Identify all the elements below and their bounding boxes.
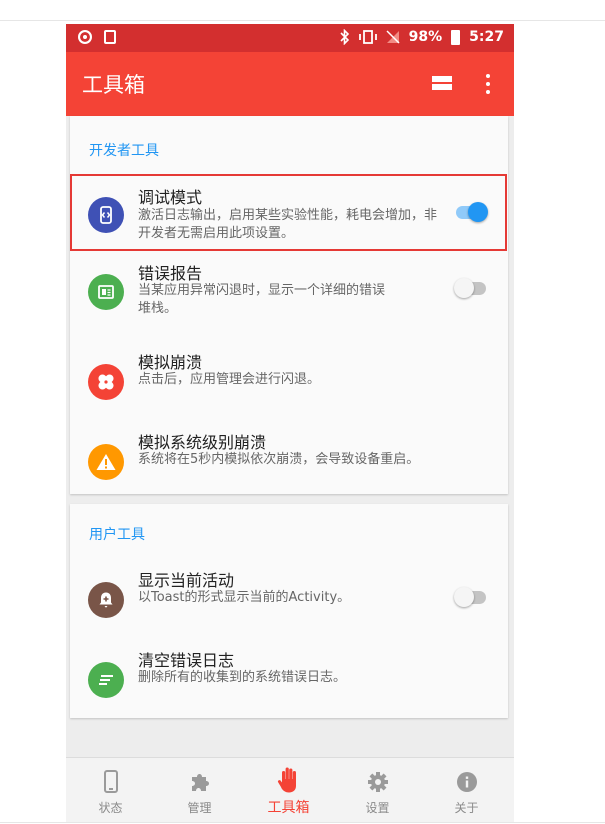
- error-report-item[interactable]: 错误报告 当某应用异常闪退时，显示一个详细的错误堆栈。: [70, 254, 508, 334]
- nav-manage[interactable]: 管理: [155, 758, 244, 822]
- error-report-toggle[interactable]: [454, 278, 488, 298]
- puzzle-icon: [192, 774, 209, 791]
- nav-about[interactable]: 关于: [422, 758, 511, 822]
- report-icon: [88, 274, 124, 310]
- item-description: 系统将在5秒内模拟依次崩溃，会导致设备重启。: [138, 452, 420, 467]
- item-title: 模拟系统级别崩溃: [138, 433, 267, 452]
- bottom-navigation: 状态 管理 工具箱 设置 关于: [66, 757, 514, 822]
- item-title: 模拟崩溃: [138, 353, 203, 372]
- nav-label: 设置: [365, 801, 390, 815]
- top-divider: [0, 20, 605, 21]
- item-title: 清空错误日志: [138, 651, 235, 670]
- status-bar: 98% 5:27: [66, 24, 514, 52]
- phone-screen: 98% 5:27 工具箱 开发者工具 调试模式 激活日志输出，启用某些实验性能，…: [66, 24, 514, 822]
- bottom-divider: [0, 822, 605, 823]
- info-icon: [457, 772, 477, 792]
- nav-label: 关于: [454, 801, 479, 815]
- user-tools-card: 用户工具 显示当前活动 以Toast的形式显示当前的Activity。 清空错误…: [70, 504, 508, 718]
- battery-icon: [451, 29, 461, 45]
- simulate-system-crash-item[interactable]: 模拟系统级别崩溃 系统将在5秒内模拟依次崩溃，会导致设备重启。: [70, 422, 508, 502]
- bluetooth-icon: [340, 29, 349, 45]
- clear-log-item[interactable]: 清空错误日志 删除所有的收集到的系统错误日志。: [70, 640, 508, 720]
- hand-icon: [277, 767, 296, 793]
- nav-settings[interactable]: 设置: [333, 758, 422, 822]
- simulate-crash-item[interactable]: 模拟崩溃 点击后，应用管理会进行闪退。: [70, 342, 508, 422]
- highlight-frame: [70, 174, 507, 251]
- app-bar: 工具箱: [66, 52, 514, 116]
- nav-status[interactable]: 状态: [66, 758, 155, 822]
- bandage-icon: [88, 364, 124, 400]
- phone-icon: [104, 770, 118, 793]
- warning-icon: [88, 444, 124, 480]
- no-signal-icon: [386, 30, 400, 44]
- nav-label: 状态: [98, 801, 123, 815]
- more-options-icon[interactable]: [486, 74, 490, 94]
- item-title: 错误报告: [138, 264, 203, 283]
- view-toggle-icon[interactable]: [432, 76, 452, 91]
- item-description: 以Toast的形式显示当前的Activity。: [138, 590, 351, 605]
- show-activity-toggle[interactable]: [454, 587, 488, 607]
- battery-percent: 98%: [408, 29, 443, 45]
- section-title-user: 用户工具: [89, 527, 145, 543]
- show-activity-item[interactable]: 显示当前活动 以Toast的形式显示当前的Activity。: [70, 560, 508, 640]
- page-title: 工具箱: [82, 73, 145, 97]
- developer-tools-card: 开发者工具 调试模式 激活日志输出，启用某些实验性能，耗电会增加，非开发者无需启…: [70, 116, 508, 494]
- clock: 5:27: [469, 29, 504, 45]
- item-description: 点击后，应用管理会进行闪退。: [138, 372, 321, 387]
- nav-label: 管理: [187, 801, 212, 815]
- vibrate-icon: [358, 30, 377, 44]
- nav-toolbox[interactable]: 工具箱: [244, 758, 333, 822]
- clear-list-icon: [88, 662, 124, 698]
- section-title-developer: 开发者工具: [89, 143, 159, 159]
- nav-label: 工具箱: [267, 800, 310, 816]
- download-icon: [104, 30, 116, 44]
- alert-add-icon: [88, 582, 124, 618]
- record-icon: [78, 30, 92, 44]
- gear-icon: [368, 772, 388, 792]
- item-description: 当某应用异常闪退时，显示一个详细的错误堆栈。: [138, 283, 386, 316]
- item-description: 删除所有的收集到的系统错误日志。: [138, 670, 347, 685]
- item-title: 显示当前活动: [138, 571, 235, 590]
